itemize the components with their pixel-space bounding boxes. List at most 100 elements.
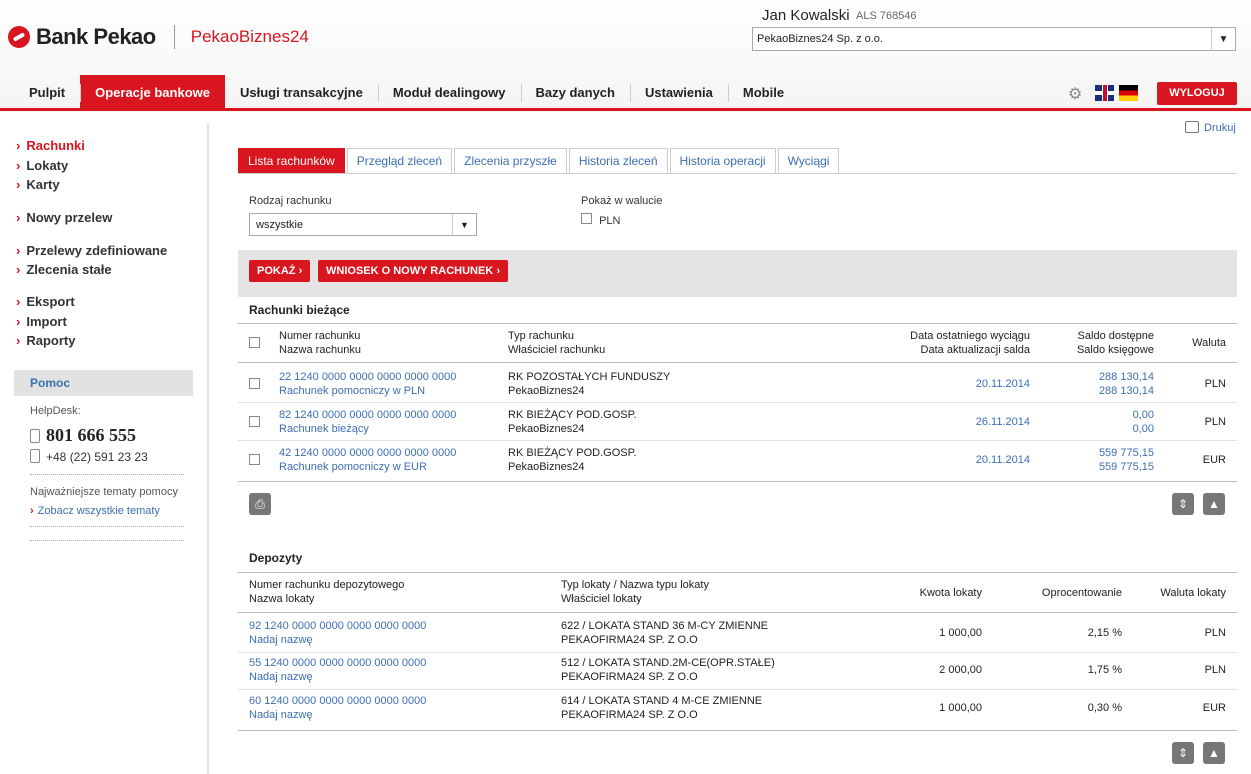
expand-icon: ⇕ <box>1177 497 1189 511</box>
deposit-name-link[interactable]: Nadaj nazwę <box>249 633 426 647</box>
account-name[interactable]: Rachunek bieżący <box>279 422 456 436</box>
statement-date[interactable]: 20.11.2014 <box>930 453 1030 467</box>
company-select[interactable]: PekaoBiznes24 Sp. z o.o. ▼ <box>752 27 1236 51</box>
tab-lista-rachunkow[interactable]: Lista rachunków <box>238 148 345 174</box>
nav-bazy-danych[interactable]: Bazy danych <box>520 75 630 110</box>
helpdesk-label: HelpDesk: <box>30 405 81 417</box>
expand-button[interactable]: ⇕ <box>1172 493 1194 515</box>
row-checkbox[interactable] <box>249 454 260 465</box>
deposit-number[interactable]: 60 1240 0000 0000 0000 0000 0000 <box>249 694 426 708</box>
table-row[interactable]: 82 1240 0000 0000 0000 0000 0000 Rachunek… <box>279 408 456 436</box>
scroll-top-button[interactable]: ▲ <box>1203 493 1225 515</box>
statement-date[interactable]: 20.11.2014 <box>930 377 1030 391</box>
bank-logo-icon <box>8 26 30 48</box>
header-bal2: Saldo księgowe <box>1076 344 1154 356</box>
help-topics-link[interactable]: Zobacz wszystkie tematy <box>30 505 160 517</box>
account-type-select[interactable]: wszystkie ▼ <box>249 213 477 236</box>
sidebar-item-lokaty[interactable]: Lokaty <box>16 158 68 173</box>
table-row[interactable]: 42 1240 0000 0000 0000 0000 0000 Rachunek… <box>279 446 456 474</box>
account-name[interactable]: Rachunek pomocniczy w EUR <box>279 460 456 474</box>
table-row[interactable]: 22 1240 0000 0000 0000 0000 0000 Rachunek… <box>279 370 456 398</box>
sidebar-item-zlecenia-stale[interactable]: Zlecenia stałe <box>16 262 111 277</box>
deposit-rate: 2,15 % <box>1087 627 1122 639</box>
expand-button[interactable]: ⇕ <box>1172 742 1194 764</box>
col-header-deposit-currency: Waluta lokaty <box>1160 587 1226 599</box>
chevron-down-icon[interactable]: ▼ <box>1211 28 1235 50</box>
flag-de-icon[interactable] <box>1119 85 1138 101</box>
account-number[interactable]: 42 1240 0000 0000 0000 0000 0000 <box>279 446 456 460</box>
balance-book[interactable]: 559 775,15 <box>1040 460 1154 474</box>
helpdesk-phone-main: 801 666 555 <box>30 425 136 446</box>
tab-przeglad-zlecen[interactable]: Przegląd zleceń <box>346 148 453 174</box>
account-type-text: RK BIEŻĄCY POD.GOSP. <box>508 447 637 459</box>
deposit-number[interactable]: 92 1240 0000 0000 0000 0000 0000 <box>249 619 426 633</box>
show-button[interactable]: POKAŻ › <box>249 260 311 282</box>
row-divider <box>238 689 1237 690</box>
user-id: ALS 768546 <box>856 10 917 22</box>
balances[interactable]: 559 775,15 559 775,15 <box>1040 446 1154 474</box>
scroll-top-button[interactable]: ▲ <box>1203 742 1225 764</box>
print-link[interactable]: Drukuj <box>1185 121 1236 134</box>
tab-zlecenia-przyszle[interactable]: Zlecenia przyszłe <box>454 148 567 174</box>
balance-available[interactable]: 288 130,14 <box>1040 370 1154 384</box>
col-header-deposit-number: Numer rachunku depozytowego Nazwa lokaty <box>249 578 404 606</box>
balance-available[interactable]: 0,00 <box>1040 408 1154 422</box>
header-name: Nazwa lokaty <box>249 593 315 605</box>
balance-book[interactable]: 0,00 <box>1040 422 1154 436</box>
currency-option: PLN <box>581 213 620 227</box>
header-type: Typ rachunku <box>508 330 575 342</box>
tabs-underline <box>238 173 1237 174</box>
chevron-down-icon[interactable]: ▼ <box>452 214 476 235</box>
deposit-name-link[interactable]: Nadaj nazwę <box>249 670 426 684</box>
sidebar-item-raporty[interactable]: Raporty <box>16 333 75 348</box>
new-account-button[interactable]: WNIOSEK O NOWY RACHUNEK › <box>318 260 508 282</box>
sidebar-item-import[interactable]: Import <box>16 314 66 329</box>
chevron-right-icon: › <box>496 265 500 277</box>
balances[interactable]: 0,00 0,00 <box>1040 408 1154 436</box>
sidebar-item-eksport[interactable]: Eksport <box>16 294 74 309</box>
tab-historia-zlecen[interactable]: Historia zleceń <box>568 148 668 174</box>
sidebar-item-przelewy-zdefiniowane[interactable]: Przelewy zdefiniowane <box>16 243 167 258</box>
row-checkbox[interactable] <box>249 378 260 389</box>
sidebar-item-rachunki[interactable]: Rachunki <box>16 138 85 153</box>
select-all-checkbox[interactable] <box>249 337 260 348</box>
account-number[interactable]: 82 1240 0000 0000 0000 0000 0000 <box>279 408 456 422</box>
tab-historia-operacji[interactable]: Historia operacji <box>669 148 776 174</box>
deposit-type: 512 / LOKATA STAND.2M-CE(OPR.STAŁE) PEKAO… <box>561 656 775 684</box>
pln-checkbox[interactable] <box>581 213 592 224</box>
account-type-value: wszystkie <box>256 219 304 231</box>
balance-book[interactable]: 288 130,14 <box>1040 384 1154 398</box>
gear-icon[interactable]: ⚙ <box>1068 84 1086 103</box>
balances[interactable]: 288 130,14 288 130,14 <box>1040 370 1154 398</box>
sidebar-item-karty[interactable]: Karty <box>16 177 59 192</box>
nav-pulpit[interactable]: Pulpit <box>14 75 80 110</box>
sidebar-item-nowy-przelew[interactable]: Nowy przelew <box>16 210 112 225</box>
tab-wyciagi[interactable]: Wyciągi <box>777 148 840 174</box>
bank-logo[interactable]: Bank Pekao PekaoBiznes24 <box>8 24 309 50</box>
divider <box>30 540 184 541</box>
account-number[interactable]: 22 1240 0000 0000 0000 0000 0000 <box>279 370 456 384</box>
nav-mobile[interactable]: Mobile <box>727 75 799 110</box>
deposit-currency: PLN <box>1204 664 1226 676</box>
helpdesk-phone-alt: +48 (22) 591 23 23 <box>30 449 148 464</box>
col-header-type: Typ rachunku Właściciel rachunku <box>508 329 605 357</box>
nav-uslugi-transakcyjne[interactable]: Usługi transakcyjne <box>225 75 378 110</box>
table-row[interactable]: 55 1240 0000 0000 0000 0000 0000 Nadaj na… <box>249 656 426 684</box>
deposit-number[interactable]: 55 1240 0000 0000 0000 0000 0000 <box>249 656 426 670</box>
logout-button[interactable]: WYLOGUJ <box>1157 82 1237 105</box>
deposit-name-link[interactable]: Nadaj nazwę <box>249 708 426 722</box>
flag-uk-icon[interactable] <box>1095 85 1114 101</box>
nav-ustawienia[interactable]: Ustawienia <box>629 75 728 110</box>
account-type: RK POZOSTAŁYCH FUNDUSZY PekaoBiznes24 <box>508 370 670 398</box>
col-header-dates: Data ostatniego wyciągu Data aktualizacji… <box>870 329 1030 357</box>
row-checkbox[interactable] <box>249 416 260 427</box>
nav-modul-dealingowy[interactable]: Moduł dealingowy <box>377 75 521 110</box>
balance-available[interactable]: 559 775,15 <box>1040 446 1154 460</box>
nav-operacje-bankowe[interactable]: Operacje bankowe <box>80 75 225 110</box>
account-name[interactable]: Rachunek pomocniczy w PLN <box>279 384 456 398</box>
arrow-up-icon: ▲ <box>1208 497 1220 511</box>
statement-date[interactable]: 26.11.2014 <box>930 415 1030 429</box>
table-row[interactable]: 92 1240 0000 0000 0000 0000 0000 Nadaj na… <box>249 619 426 647</box>
table-row[interactable]: 60 1240 0000 0000 0000 0000 0000 Nadaj na… <box>249 694 426 722</box>
print-table-button[interactable]: ⎙ <box>249 493 271 515</box>
